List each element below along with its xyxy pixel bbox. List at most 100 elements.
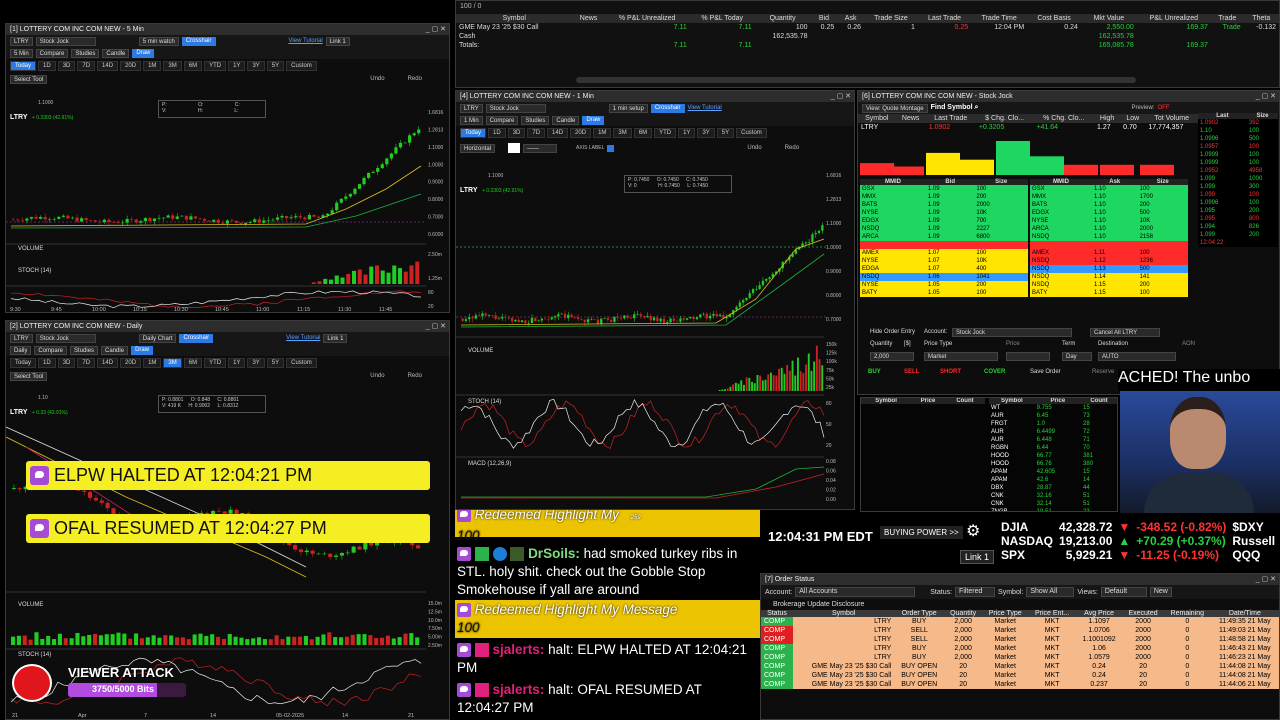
timeframe-ytd[interactable]: YTD bbox=[204, 358, 227, 368]
order-row[interactable]: COMP LTRY BUY 2,000 Market MKT 1.1097 2000 0 11:4… bbox=[761, 617, 1279, 626]
quote-row[interactable]: LTRY 1.0902 +0.3205 +41.64 1.27 0.70 17,774,35… bbox=[858, 123, 1198, 132]
price-type-select[interactable]: Market bbox=[924, 352, 998, 361]
order-row[interactable]: COMP LTRY SELL 2,000 Market MKT 1.1001092 2000 0… bbox=[761, 635, 1279, 644]
position-row[interactable]: Cash 162,535.78 162,535.78 bbox=[456, 32, 1279, 41]
timeframe-1m[interactable]: 1M bbox=[143, 358, 162, 368]
chart2-studies-select[interactable]: Studies bbox=[70, 345, 99, 355]
order-column-header[interactable]: Executed bbox=[1122, 610, 1164, 617]
book-row[interactable]: AMEX 1.07 100 bbox=[860, 249, 1028, 257]
book-row[interactable]: NYSE 1.05 200 bbox=[860, 281, 1028, 289]
chart1-layout-select[interactable]: Stock Jock bbox=[35, 36, 96, 46]
column-header[interactable]: Trade Size bbox=[864, 14, 918, 23]
line-style-select[interactable]: —— bbox=[523, 143, 558, 153]
chart4-studies-select[interactable]: Studies bbox=[521, 115, 550, 125]
book-row[interactable]: BATY 1.05 100 bbox=[860, 289, 1028, 297]
sell-button[interactable]: SELL bbox=[904, 369, 919, 375]
chart4-draw-button[interactable]: Draw bbox=[582, 115, 605, 125]
index-row[interactable]: NASDAQ 19,213.00 ▲ +70.29 (+0.37%) Russell bbox=[998, 534, 1278, 548]
column-header[interactable]: Trade bbox=[1210, 14, 1244, 23]
timeframe-3m[interactable]: 3M bbox=[163, 61, 182, 71]
chat-username[interactable]: sjalerts: bbox=[493, 682, 545, 697]
scanner-row[interactable]: HOOD 66.76 380 bbox=[989, 460, 1117, 468]
scanner-row[interactable]: APAM 42.6 14 bbox=[989, 476, 1117, 484]
cover-button[interactable]: COVER bbox=[984, 369, 1005, 375]
timeframe-custom[interactable]: Custom bbox=[286, 358, 317, 368]
column-header[interactable]: Bid bbox=[810, 14, 838, 23]
chart1-crosshair-button[interactable]: Crosshair bbox=[181, 36, 216, 46]
chart2-crosshair-button[interactable]: Crosshair bbox=[179, 333, 214, 343]
timeframe-5y[interactable]: 5Y bbox=[266, 61, 285, 71]
book-row[interactable]: NSDQ 1.10 2158 bbox=[1030, 233, 1188, 241]
book-row[interactable]: GSX 1.10 100 bbox=[1030, 185, 1188, 193]
timeframe-1m[interactable]: 1M bbox=[143, 61, 162, 71]
chart1-select-tool[interactable]: Select Tool bbox=[10, 74, 48, 84]
column-header[interactable]: News bbox=[572, 14, 605, 23]
order-column-header[interactable]: Remaining bbox=[1163, 610, 1211, 617]
column-header[interactable]: Quantity bbox=[754, 14, 811, 23]
timeframe-3d[interactable]: 3D bbox=[507, 128, 526, 138]
index-row[interactable]: SPX 5,929.21 ▼ -11.25 (-0.19%) QQQ bbox=[998, 548, 1278, 562]
chart4-layout-select[interactable]: Stock Jock bbox=[485, 103, 546, 113]
book-row[interactable]: AMEX 1.11 100 bbox=[1030, 249, 1188, 257]
scanner-row[interactable]: RGBN 6.44 70 bbox=[989, 444, 1117, 452]
view-select[interactable]: View: Quote Montage bbox=[862, 103, 928, 113]
timeframe-ytd[interactable]: YTD bbox=[204, 61, 227, 71]
order-row[interactable]: COMP LTRY SELL 2,000 Market MKT 1.0706 2000 0 11:… bbox=[761, 626, 1279, 635]
account-select[interactable]: All Accounts bbox=[795, 587, 916, 597]
timeframe-1m[interactable]: 1M bbox=[593, 128, 612, 138]
timeframe-6m[interactable]: 6M bbox=[183, 61, 203, 71]
chart4-period-select[interactable]: 1 Min bbox=[460, 115, 483, 125]
scanner-column-header[interactable]: Count bbox=[944, 398, 985, 404]
column-header[interactable]: Theta bbox=[1243, 14, 1279, 23]
window-controls[interactable]: _ ▢ ✕ bbox=[1256, 574, 1276, 585]
book-row[interactable]: NYSE 1.09 10K bbox=[860, 209, 1028, 217]
order-column-header[interactable]: Quantity bbox=[944, 610, 983, 617]
book-row[interactable]: BATS 1.10 200 bbox=[1030, 201, 1188, 209]
chart1-undo[interactable]: Undo bbox=[370, 76, 384, 82]
status-select[interactable]: Filtered bbox=[955, 587, 996, 597]
chart2-tutorial-link[interactable]: View Tutorial bbox=[286, 335, 320, 341]
chart2-candle-select[interactable]: Candle bbox=[101, 345, 129, 355]
timeframe-20d[interactable]: 20D bbox=[120, 358, 142, 368]
chart2-select-tool[interactable]: Select Tool bbox=[10, 371, 48, 381]
timeframe-5y[interactable]: 5Y bbox=[716, 128, 735, 138]
axis-label-checkbox[interactable] bbox=[607, 144, 615, 152]
position-row[interactable]: GME May 23 '25 $30 Call 7.11 7.11 100 0.25 0.… bbox=[456, 23, 1279, 32]
book-row[interactable]: MMX 1.10 1700 bbox=[1030, 193, 1188, 201]
timeframe-14d[interactable]: 14D bbox=[97, 61, 119, 71]
scanner-row[interactable]: CNK 32.14 51 bbox=[989, 500, 1117, 508]
chart1-redo[interactable]: Redo bbox=[408, 76, 422, 82]
book-row[interactable]: NYSE 1.10 10K bbox=[1030, 217, 1188, 225]
book-row[interactable]: EDGX 1.09 700 bbox=[860, 217, 1028, 225]
order-row[interactable]: COMP GME May 23 '25 $30 Call BUY OPEN 20 Mar… bbox=[761, 680, 1279, 689]
column-header[interactable]: Cost Basis bbox=[1027, 14, 1081, 23]
column-header[interactable]: P&L Unrealized bbox=[1136, 14, 1211, 23]
chart4-redo[interactable]: Redo bbox=[785, 145, 799, 151]
scanner-row[interactable]: AUR 6.448 71 bbox=[989, 436, 1117, 444]
window-controls[interactable]: _ ▢ ✕ bbox=[426, 321, 446, 332]
book-row[interactable]: ARCA 1.10 2000 bbox=[1030, 225, 1188, 233]
color-swatch[interactable] bbox=[508, 143, 521, 153]
scanner-row[interactable]: AUR 6.45 73 bbox=[989, 412, 1117, 420]
chart1-period-select[interactable]: 5 Min bbox=[10, 48, 33, 58]
window-controls[interactable]: _ ▢ ✕ bbox=[1256, 91, 1276, 102]
quantity-input[interactable]: 2,000 bbox=[870, 352, 914, 361]
chart1-compare-select[interactable]: Compare bbox=[35, 48, 69, 58]
cancel-all-button[interactable]: Cancel All LTRY bbox=[1090, 328, 1160, 337]
book-row[interactable]: BATS 1.09 2000 bbox=[860, 201, 1028, 209]
chart2-period-select[interactable]: Daily bbox=[10, 345, 32, 355]
position-row[interactable]: Totals: 7.11 7.11 165,085.78 169.37 bbox=[456, 41, 1279, 50]
price-input[interactable] bbox=[1006, 352, 1050, 361]
chart4-undo[interactable]: Undo bbox=[747, 145, 761, 151]
order-row[interactable]: COMP GME May 23 '25 $30 Call BUY OPEN 20 Mar… bbox=[761, 671, 1279, 680]
book-row[interactable]: MMX 1.09 200 bbox=[860, 193, 1028, 201]
chart4-horizontal-select[interactable]: Horizontal bbox=[460, 143, 496, 153]
views-select[interactable]: Default bbox=[1100, 587, 1147, 597]
timeframe-1y[interactable]: 1Y bbox=[228, 61, 246, 71]
order-column-header[interactable]: Symbol bbox=[792, 610, 895, 617]
scanner-column-header[interactable]: Symbol bbox=[861, 398, 912, 404]
chart4-candle-select[interactable]: Candle bbox=[552, 115, 580, 125]
quote-column-header[interactable]: High bbox=[1094, 114, 1121, 123]
timeframe-7d[interactable]: 7D bbox=[527, 128, 546, 138]
window-controls[interactable]: _ ▢ ✕ bbox=[426, 24, 446, 35]
